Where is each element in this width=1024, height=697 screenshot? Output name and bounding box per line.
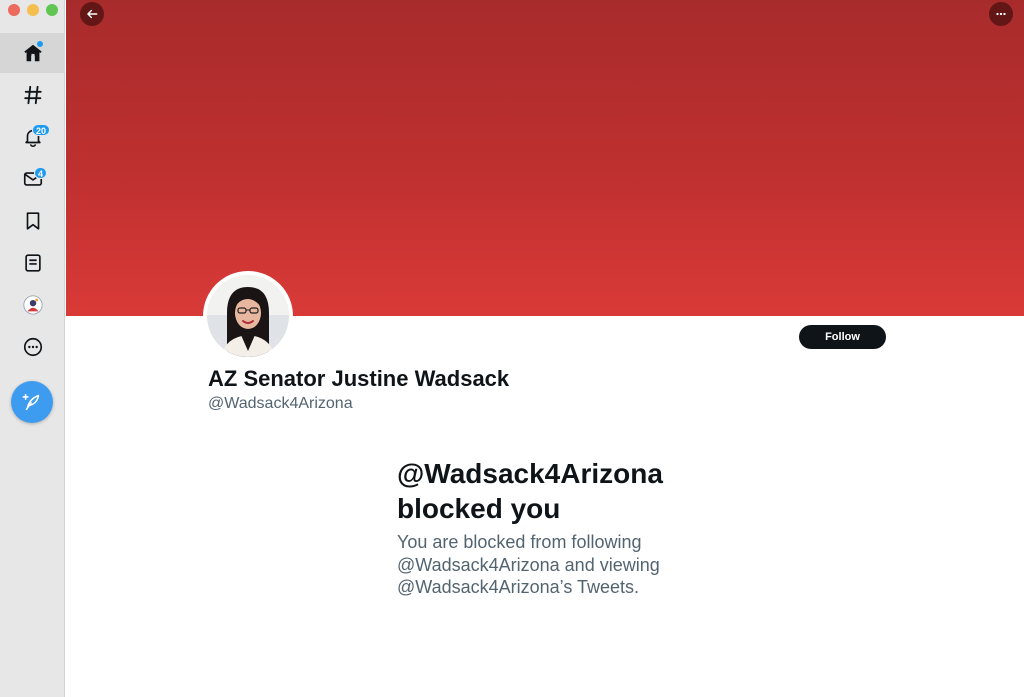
bookmark-icon bbox=[26, 212, 39, 230]
minimize-window-button[interactable] bbox=[27, 4, 39, 16]
sidebar-item-home[interactable] bbox=[0, 33, 65, 73]
profile-banner bbox=[66, 0, 1024, 316]
profile-handle: @Wadsack4Arizona bbox=[208, 395, 353, 412]
sidebar-item-profile[interactable] bbox=[0, 285, 65, 325]
feather-plus-icon bbox=[22, 393, 40, 411]
home-notification-dot bbox=[37, 41, 43, 47]
sidebar-item-lists[interactable] bbox=[0, 243, 65, 283]
window-controls bbox=[8, 4, 58, 16]
follow-button[interactable]: Follow bbox=[799, 325, 886, 349]
list-icon bbox=[24, 254, 41, 272]
close-window-button[interactable] bbox=[8, 4, 20, 16]
sidebar-item-messages[interactable]: 4 bbox=[0, 159, 65, 199]
compose-tweet-button[interactable] bbox=[11, 381, 53, 423]
sidebar-item-bookmarks[interactable] bbox=[0, 201, 65, 241]
profile-display-name: AZ Senator Justine Wadsack bbox=[208, 366, 510, 391]
more-circle-icon bbox=[23, 337, 42, 357]
sidebar-item-notifications[interactable]: 20 bbox=[0, 117, 65, 157]
notifications-badge: 20 bbox=[32, 124, 51, 136]
zoom-window-button[interactable] bbox=[46, 4, 58, 16]
messages-badge: 4 bbox=[34, 167, 48, 179]
avatar-icon bbox=[22, 295, 43, 315]
more-options-button[interactable] bbox=[989, 2, 1013, 26]
profile-avatar[interactable] bbox=[203, 271, 293, 361]
blocked-description: You are blocked from following @Wadsack4… bbox=[397, 532, 660, 597]
profile-photo bbox=[207, 275, 289, 357]
sidebar: 20 4 bbox=[0, 0, 65, 697]
sidebar-item-more[interactable] bbox=[0, 327, 65, 367]
back-button[interactable] bbox=[80, 2, 104, 26]
sidebar-item-explore[interactable] bbox=[0, 75, 65, 115]
arrow-left-icon bbox=[87, 9, 98, 19]
ellipsis-icon bbox=[996, 12, 1006, 16]
hashtag-icon bbox=[23, 85, 42, 105]
blocked-title: @Wadsack4Arizona blocked you bbox=[397, 458, 663, 524]
